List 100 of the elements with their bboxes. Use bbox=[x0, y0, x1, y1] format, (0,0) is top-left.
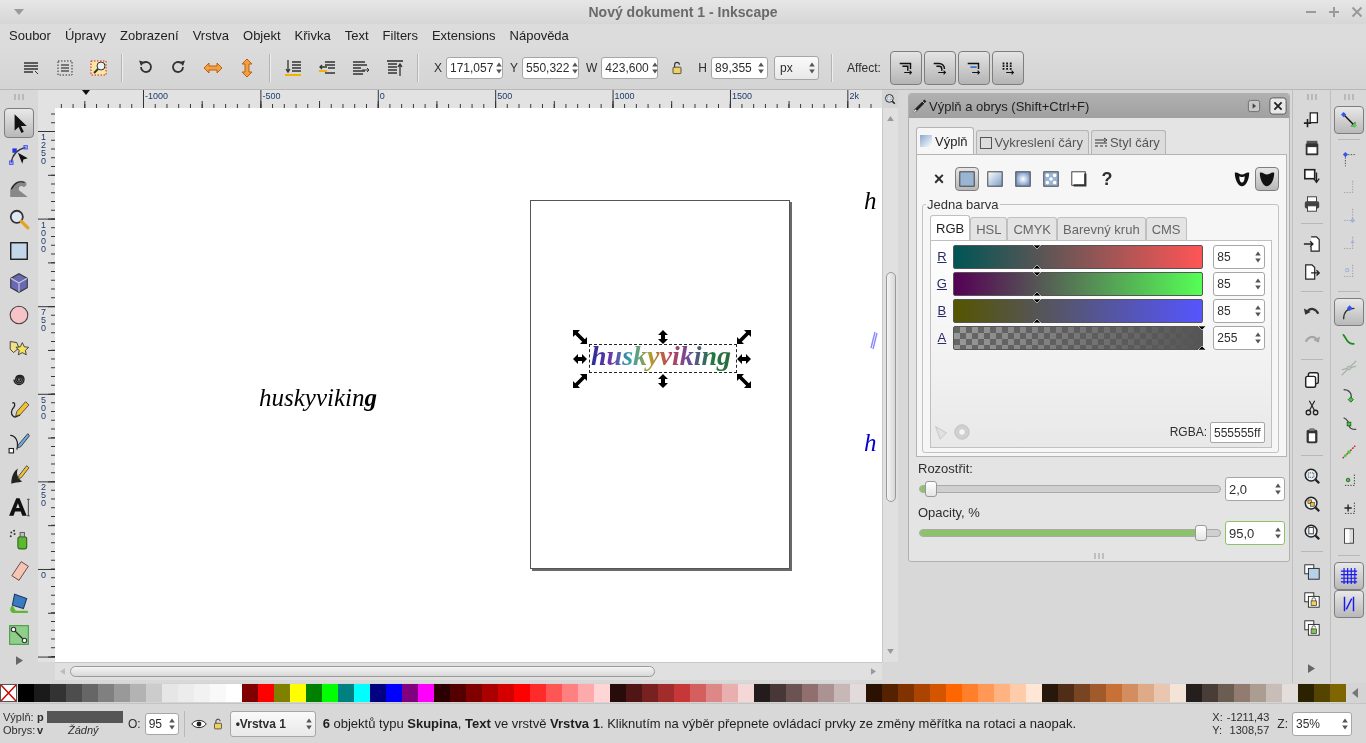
menu-item[interactable]: Filters bbox=[375, 27, 425, 43]
color-swatch[interactable] bbox=[34, 684, 50, 702]
spinner-arrows-icon[interactable] bbox=[1274, 525, 1282, 541]
color-swatch[interactable] bbox=[162, 684, 178, 702]
zoom-selection-icon[interactable] bbox=[1302, 467, 1321, 485]
duplicate-icon[interactable] bbox=[1302, 563, 1321, 581]
color-swatch[interactable] bbox=[706, 684, 722, 702]
tab[interactable]: Barevný kruh bbox=[1057, 217, 1146, 240]
color-swatch[interactable] bbox=[722, 684, 738, 702]
color-swatch[interactable] bbox=[114, 684, 130, 702]
snap-toggle[interactable] bbox=[1333, 590, 1364, 618]
grip-handle-icon[interactable] bbox=[1305, 94, 1318, 100]
channel-slider[interactable] bbox=[952, 298, 1204, 323]
menu-item[interactable]: Křivka bbox=[287, 27, 338, 43]
color-swatch[interactable] bbox=[386, 684, 402, 702]
layer-dropdown[interactable]: •Vrstva 1 bbox=[229, 710, 316, 737]
color-swatch[interactable] bbox=[1170, 684, 1186, 702]
color-swatch[interactable] bbox=[658, 684, 674, 702]
color-swatch[interactable] bbox=[914, 684, 930, 702]
color-swatch[interactable] bbox=[210, 684, 226, 702]
color-swatch[interactable] bbox=[754, 684, 770, 702]
color-swatch[interactable] bbox=[1138, 684, 1154, 702]
color-swatch[interactable] bbox=[738, 684, 754, 702]
color-swatch[interactable] bbox=[290, 684, 306, 702]
color-swatch[interactable] bbox=[642, 684, 658, 702]
color-swatch[interactable] bbox=[178, 684, 194, 702]
squares-open-lock-icon[interactable] bbox=[1302, 619, 1321, 637]
scroll-left-icon[interactable] bbox=[60, 668, 65, 675]
stretch-handle-icon[interactable] bbox=[656, 374, 670, 388]
color-swatch[interactable] bbox=[1314, 684, 1330, 702]
coordinate-field[interactable]: 171,057 bbox=[446, 56, 503, 79]
color-swatch[interactable] bbox=[1250, 684, 1266, 702]
zoom-drawing-icon[interactable] bbox=[1302, 495, 1321, 513]
color-swatch[interactable] bbox=[626, 684, 642, 702]
menu-item[interactable]: Soubor bbox=[2, 27, 58, 43]
color-swatch[interactable] bbox=[1186, 684, 1202, 702]
affect-toggle[interactable] bbox=[991, 50, 1024, 85]
color-swatch[interactable] bbox=[530, 684, 546, 702]
slider-marker-icon[interactable] bbox=[1032, 244, 1041, 269]
tool-button[interactable] bbox=[4, 108, 34, 138]
maximize-icon[interactable] bbox=[1328, 6, 1340, 18]
color-swatch[interactable] bbox=[82, 684, 98, 702]
snap-toggle[interactable] bbox=[1333, 106, 1364, 134]
color-swatch[interactable] bbox=[1330, 684, 1346, 702]
scroll-up-icon[interactable] bbox=[887, 116, 894, 121]
tab[interactable]: CMYK bbox=[1007, 217, 1058, 240]
color-swatch[interactable] bbox=[930, 684, 946, 702]
scale-handle-icon[interactable] bbox=[573, 374, 587, 388]
fill-rule-button[interactable] bbox=[1255, 167, 1279, 191]
scroll-down-icon[interactable] bbox=[887, 649, 894, 654]
slider-marker-icon[interactable] bbox=[1198, 325, 1207, 350]
dashed-box-lines-icon[interactable] bbox=[55, 57, 75, 78]
new-document-icon[interactable] bbox=[1302, 111, 1321, 129]
tab[interactable]: Vykreslení čáry bbox=[975, 130, 1089, 154]
panel-menu-icon[interactable] bbox=[1247, 99, 1261, 113]
scroll-left-icon[interactable] bbox=[1352, 688, 1358, 698]
color-swatch[interactable] bbox=[322, 684, 338, 702]
color-swatch[interactable] bbox=[466, 684, 482, 702]
color-swatch[interactable] bbox=[1058, 684, 1074, 702]
color-swatch[interactable] bbox=[594, 684, 610, 702]
color-swatch[interactable] bbox=[1282, 684, 1298, 702]
opacity-field[interactable]: 95 bbox=[144, 712, 179, 735]
horizontal-scrollbar[interactable] bbox=[55, 662, 882, 680]
color-swatch[interactable] bbox=[98, 684, 114, 702]
color-swatch[interactable] bbox=[306, 684, 322, 702]
channel-slider[interactable] bbox=[952, 325, 1204, 350]
close-icon[interactable] bbox=[1269, 97, 1287, 115]
scrollbar-thumb[interactable] bbox=[885, 272, 896, 502]
color-swatch[interactable] bbox=[1154, 684, 1170, 702]
color-swatch[interactable] bbox=[1234, 684, 1250, 702]
channel-value-field[interactable]: 85 bbox=[1213, 244, 1265, 269]
lines-arrow-up-icon[interactable] bbox=[385, 57, 405, 78]
color-swatch[interactable] bbox=[1042, 684, 1058, 702]
color-swatch[interactable] bbox=[130, 684, 146, 702]
menu-item[interactable]: Vrstva bbox=[185, 27, 236, 43]
channel-value-field[interactable]: 85 bbox=[1213, 271, 1265, 296]
menu-item[interactable]: Úpravy bbox=[57, 27, 114, 43]
stretch-handle-icon[interactable] bbox=[737, 352, 751, 366]
color-swatch[interactable] bbox=[818, 684, 834, 702]
coordinate-field[interactable]: 89,355 bbox=[711, 56, 769, 79]
tab[interactable]: Výplň bbox=[916, 127, 974, 154]
color-swatch[interactable] bbox=[1202, 684, 1218, 702]
grip-handle-icon[interactable] bbox=[1342, 94, 1355, 100]
zoom-field[interactable]: 35% bbox=[1292, 711, 1352, 736]
color-swatch[interactable] bbox=[498, 684, 514, 702]
vertical-scrollbar[interactable] bbox=[882, 108, 898, 662]
save-icon[interactable] bbox=[1302, 167, 1321, 185]
spinner-arrows-icon[interactable] bbox=[1274, 481, 1282, 497]
channel-value-field[interactable]: 85 bbox=[1213, 298, 1265, 323]
color-swatch[interactable] bbox=[418, 684, 434, 702]
menu-item[interactable]: Extensions bbox=[424, 27, 503, 43]
blur-field[interactable]: 2,0 bbox=[1225, 477, 1285, 501]
color-swatch[interactable] bbox=[882, 684, 898, 702]
color-swatch[interactable] bbox=[338, 684, 354, 702]
color-swatch[interactable] bbox=[50, 684, 66, 702]
affect-toggle[interactable] bbox=[957, 50, 990, 85]
tab[interactable]: HSL bbox=[970, 217, 1008, 240]
color-swatch[interactable] bbox=[1026, 684, 1042, 702]
grip-handle-icon[interactable] bbox=[1093, 553, 1105, 559]
tab[interactable]: RGB bbox=[930, 215, 971, 240]
